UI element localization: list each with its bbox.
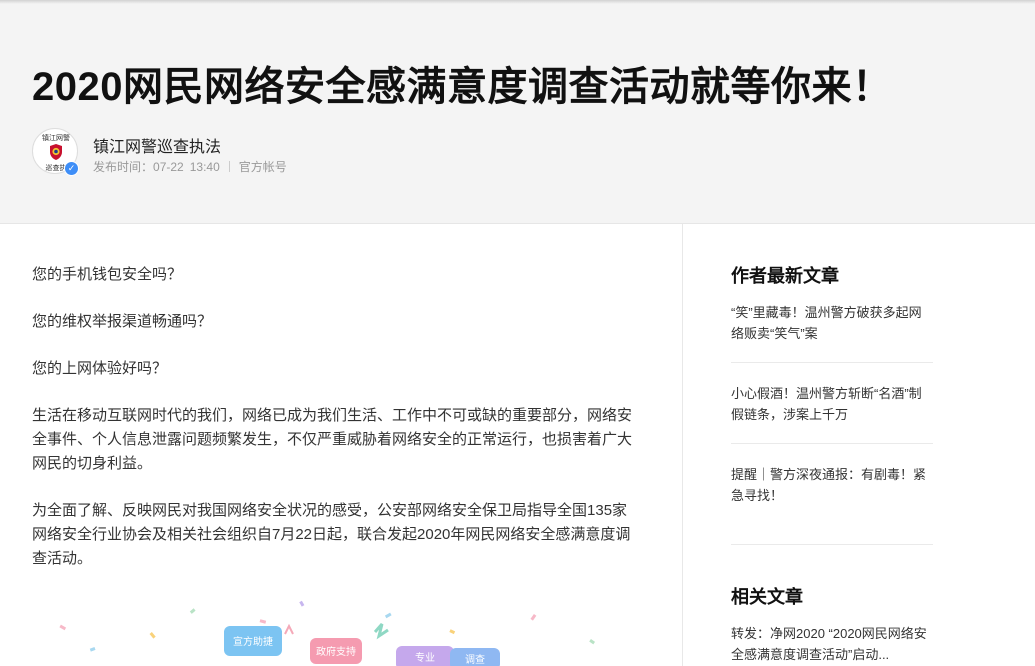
related-article-link[interactable]: 转发：净网2020 “2020网民网络安全感满意度调查活动”启动... [731,623,933,665]
sidebar-divider [731,443,933,444]
publish-date: 07-22 [153,160,184,174]
article-body: 您的手机钱包安全吗？ 您的维权举报渠道畅通吗？ 您的上网体验好吗？ 生活在移动互… [32,263,642,594]
latest-articles-heading: 作者最新文章 [731,266,839,286]
latest-article-link[interactable]: “笑”里藏毒！温州警方破获多起网络贩卖“笑气”案 [731,302,933,344]
sidebar-divider [731,544,933,545]
paragraph: 您的上网体验好吗？ [32,360,168,377]
related-articles-heading: 相关文章 [731,587,803,607]
avatar-text-top: 镇江网警 [42,134,70,142]
article-illustration: 宣方助捷 政府支持 专业 调查 [59,600,596,666]
sidebar-divider [731,362,933,363]
publish-time: 13:40 [189,160,220,174]
latest-article-link[interactable]: 小心假酒！温州警方斩断“名酒”制假链条，涉案上千万 [731,383,933,425]
publish-meta: 发布时间：07-22 13:40 官方帐号 [93,158,287,175]
account-type: 官方帐号 [238,160,287,174]
illustration-tag: 调查 [465,653,485,666]
paragraph: 您的维权举报渠道畅通吗？ [32,313,213,330]
police-badge-icon [50,144,62,160]
paragraph: 您的手机钱包安全吗？ [32,266,183,283]
illustration-tag: 宣方助捷 [233,635,273,648]
column-divider [682,224,683,666]
meta-separator [228,161,230,172]
article-header: 2020网民网络安全感满意度调查活动就等你来！ 镇江网警 巡查执 ✓ 镇江网警巡… [0,4,1035,224]
latest-article-link[interactable]: 提醒｜警方深夜通报：有剧毒！紧急寻找！ [731,464,933,506]
illustration-tag: 专业 [415,651,435,664]
verified-icon: ✓ [64,161,79,176]
illustration-tag: 政府支持 [316,645,356,658]
paragraph: 为全面了解、反映网民对我国网络安全状况的感受，公安部网络安全保卫局指导全国135… [32,502,631,567]
publish-time-label: 发布时间： [93,160,154,174]
author-name[interactable]: 镇江网警巡查执法 [93,133,221,157]
article-title: 2020网民网络安全感满意度调查活动就等你来！ [32,65,893,109]
paragraph: 生活在移动互联网时代的我们，网络已成为我们生活、工作中不可或缺的重要部分，网络安… [32,407,633,472]
